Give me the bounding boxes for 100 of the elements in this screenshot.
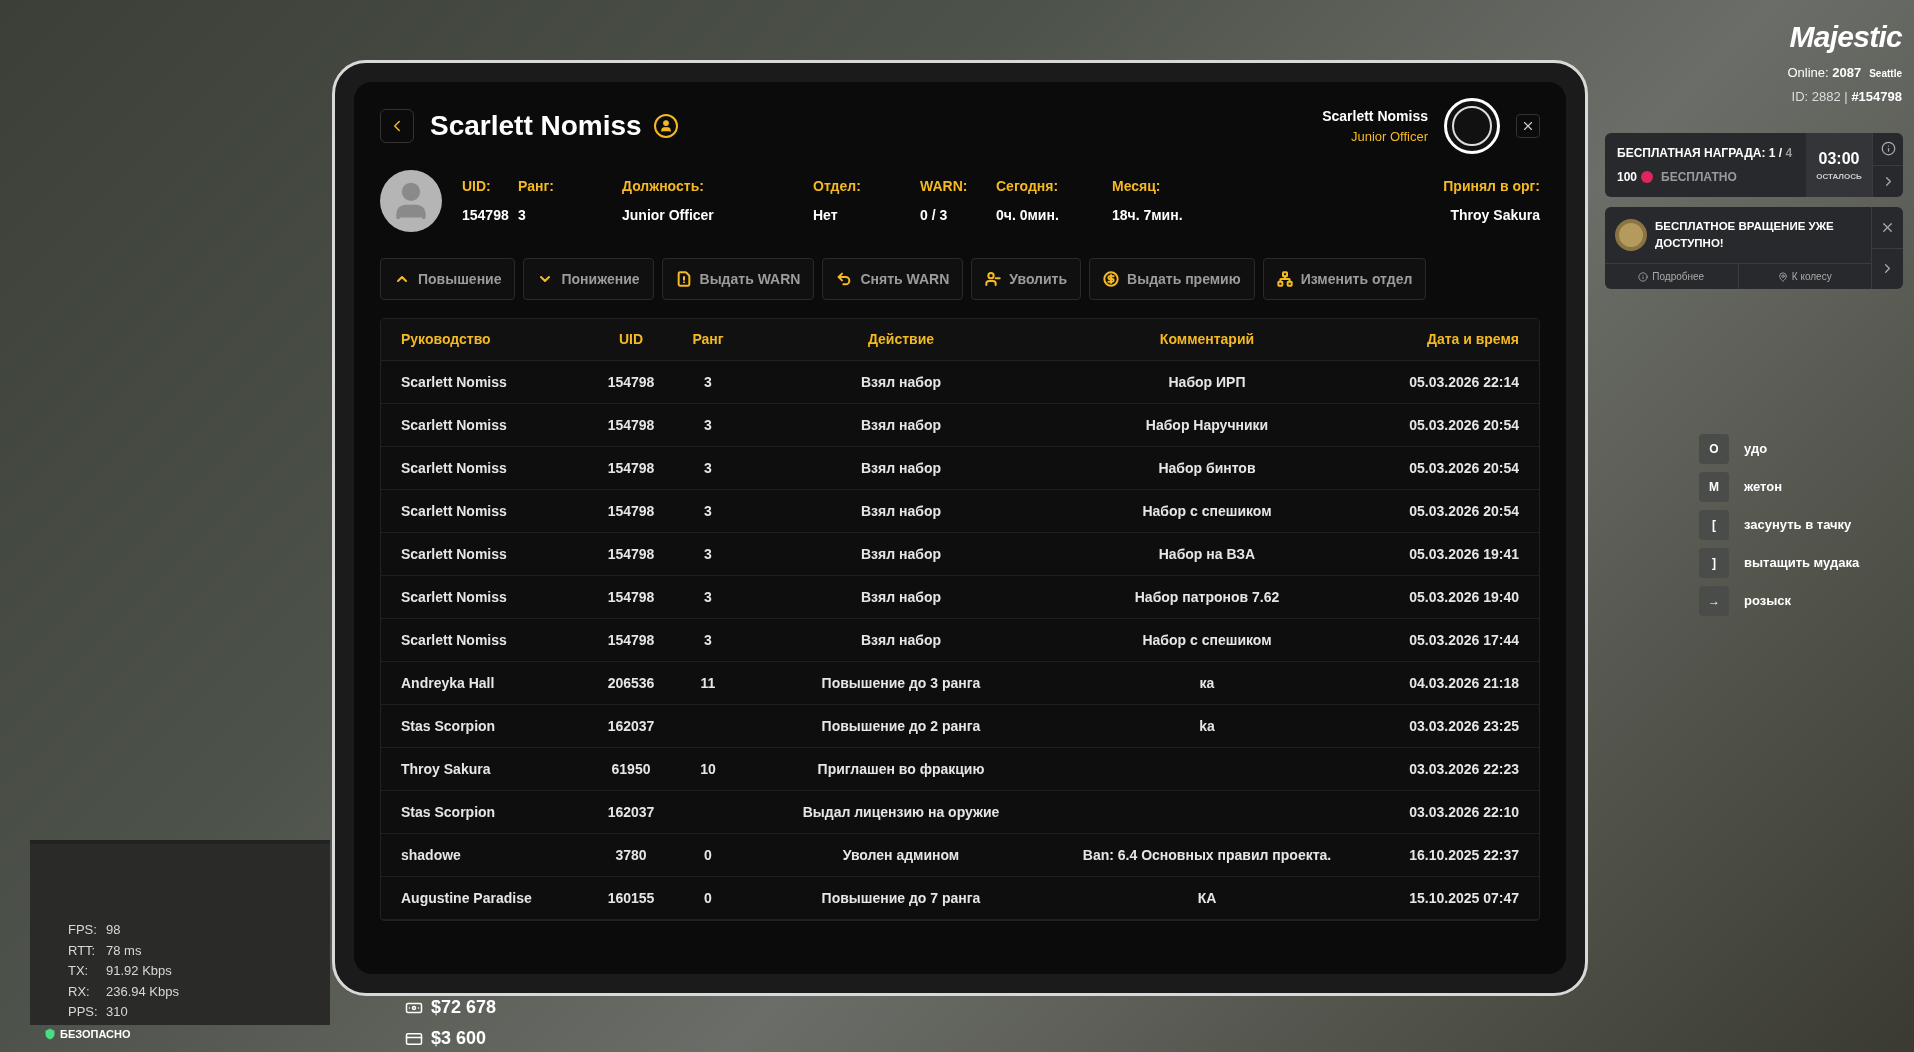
timer-label: ОСТАЛОСЬ [1816,171,1862,183]
table-cell-text: 3 [703,544,713,564]
keybind-label: жетон [1744,478,1783,497]
key-cap: [ [1699,510,1729,540]
user-name: Scarlett Nomiss [1322,106,1428,126]
wheel-message: БЕСПЛАТНОЕ ВРАЩЕНИЕ УЖЕ ДОСТУПНО! [1655,219,1835,251]
key-cap: O [1699,434,1729,464]
stat-label: PPS: [68,1003,99,1021]
table-cell-text: 206536 [606,673,656,693]
user-role: Junior Officer [1350,127,1428,146]
action-button[interactable]: Понижение [523,258,654,300]
table-cell-text: Throy Sakura [401,759,492,779]
table-cell-text: 154798 [606,544,656,564]
table-cell-text: ka [1198,716,1216,736]
table-cell-text: Andreyka Hall [401,673,496,693]
wheel-link[interactable]: К колесу [1737,264,1871,289]
table-cell-text: Взял набор [860,415,942,435]
field-value: 0ч. 0мин. [996,206,1060,225]
table-cell-text: Набор бинтов [1157,458,1257,478]
table-cell-text: Scarlett Nomiss [401,587,508,607]
table-cell-text: 154798 [606,372,656,392]
table-cell-text: КА [1196,888,1218,908]
table-cell-text: Уволен админом [841,845,961,865]
table-cell-text: Scarlett Nomiss [401,630,508,650]
column-header: Дата и время [1425,330,1519,349]
table-cell-text: 0 [703,845,713,865]
user-badge-icon [653,114,678,138]
stat-value: 98 [106,921,121,939]
close-icon [1521,119,1535,133]
table-cell-text: 3 [703,458,713,478]
close-button[interactable] [1516,114,1540,138]
table-cell-text: 05.03.2026 17:44 [1408,630,1519,650]
table-cell-text: 04.03.2026 21:18 [1408,673,1519,693]
table-cell-text: 05.03.2026 19:40 [1408,587,1519,607]
table-cell-text: Повышение до 3 ранга [820,673,982,693]
stat-value: 78 ms [106,941,142,960]
stat-label: TX: [68,962,90,980]
table-cell-text: 3780 [614,845,648,865]
field-value: 18ч. 7мин. [1112,206,1184,225]
table-cell-text: 05.03.2026 19:41 [1408,544,1519,564]
stat-value: 91.92 Kbps [106,962,172,980]
keybind-label: розыск [1744,592,1791,611]
table-cell-text: Набор на ВЗА [1157,544,1257,564]
table-cell-text: Повышение до 7 ранга [820,888,982,908]
table-cell-text: 160155 [606,888,656,908]
field-value: 154798 [462,206,510,225]
action-button[interactable]: Уволить [971,258,1082,300]
wheel-link[interactable]: Подробнее [1605,264,1738,289]
online-count: Online: 2087 [1787,64,1862,82]
field-label: Месяц: [1112,177,1162,196]
key-cap: → [1699,586,1729,616]
field-label: Принял в орг: [1443,177,1540,196]
table-cell-text: Приглашен во фракцию [816,759,986,779]
info-icon[interactable] [1880,141,1896,157]
table-cell-text: 3 [703,587,713,607]
action-button[interactable]: Выдать WARN [661,258,815,300]
money-amount: $3 600 [431,1027,487,1050]
action-button[interactable]: Выдать премию [1089,258,1255,300]
info-icon [1638,271,1649,282]
table-cell-text: Взял набор [860,458,942,478]
column-header: Действие [866,330,936,349]
table-cell-text: Взял набор [860,544,942,564]
stat-value: 310 [106,1003,128,1021]
table-cell-text: 03.03.2026 23:25 [1408,716,1519,736]
table-cell-text: 11 [699,673,717,693]
action-button[interactable]: Снять WARN [822,258,964,300]
table-cell-text: 03.03.2026 22:23 [1408,759,1519,779]
table-cell-text: Повышение до 2 ранга [820,716,982,736]
field-label: Сегодня: [996,177,1060,196]
reward-timer: 03:00 [1818,149,1860,169]
table-cell-text: Scarlett Nomiss [401,544,508,564]
dollar-coin-icon [1103,271,1120,287]
logo: Majestic [1789,19,1902,55]
stat-label: RTT: [68,941,97,960]
stat-label: RX: [68,982,91,1001]
player-id: ID: 2882 | #154798 [1791,87,1902,106]
stat-value: 236.94 Kbps [106,982,179,1001]
reward-amount: 100 [1617,169,1638,186]
table-cell-text: Набор патронов 7.62 [1133,587,1281,607]
action-button[interactable]: Изменить отдел [1262,258,1427,300]
server-name: Seattle [1869,67,1902,81]
shield-icon [44,1028,56,1041]
field-label: UID: [462,177,492,196]
page-title: Scarlett Nomiss [430,109,642,143]
money-amount: $72 678 [431,996,497,1019]
table-cell-text: Взял набор [860,501,942,521]
key-cap: ] [1699,548,1729,578]
table-cell-text: Stas Scorpion [401,716,497,736]
field-value: 3 [518,206,527,225]
keybind-label: удо [1744,440,1768,459]
reward-price: БЕСПЛАТНО [1661,169,1737,186]
action-button[interactable]: Повышение [380,258,516,300]
field-label: WARN: [920,177,969,196]
coin-icon [1641,171,1654,183]
table-cell-text: 3 [703,501,713,521]
table-cell-text: 05.03.2026 20:54 [1408,415,1519,435]
table-cell-text: 15.10.2025 07:47 [1408,888,1519,908]
zone-status: БЕЗОПАСНО [60,1027,131,1042]
table-cell-text: 154798 [606,415,656,435]
table-cell-text: Выдал лицензию на оружие [801,802,1001,822]
